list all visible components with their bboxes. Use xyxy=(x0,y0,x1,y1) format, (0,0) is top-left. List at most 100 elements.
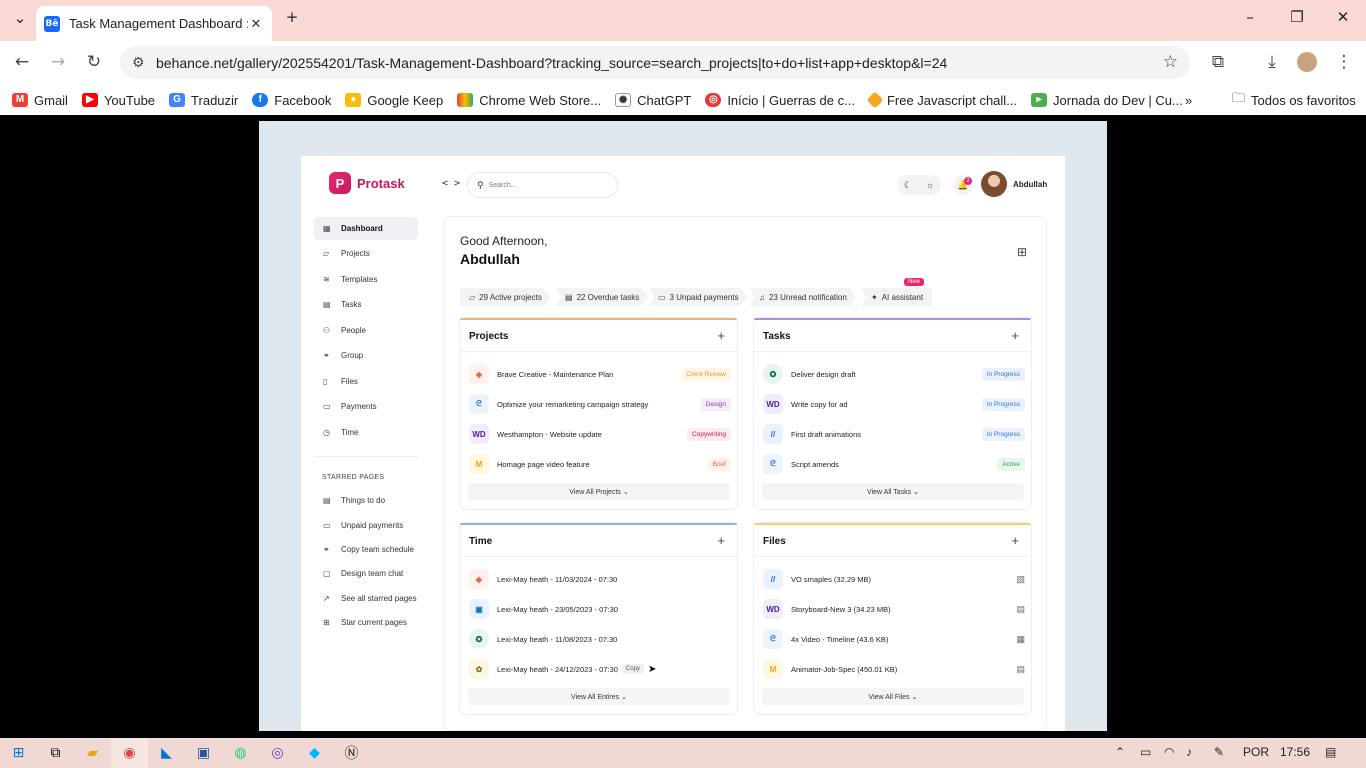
bookmark-chatgpt[interactable]: ✺ ChatGPT xyxy=(615,93,691,108)
project-row[interactable]: M Homage page video feature Brief xyxy=(469,452,731,476)
downloads-icon[interactable]: ⤓ xyxy=(1261,52,1283,72)
language-indicator[interactable]: POR xyxy=(1243,745,1269,759)
protask-logo[interactable]: P Protask xyxy=(329,172,405,194)
figma-like-icon[interactable]: ◆ xyxy=(296,738,333,768)
sidebar-item-group[interactable]: ⚭ Group xyxy=(314,344,418,367)
view-all-tasks-button[interactable]: View All Tasks ⌄ xyxy=(762,483,1024,500)
pen-icon[interactable]: ✎ xyxy=(1214,745,1224,759)
file-row[interactable]: M Animator-Job-Spec (450.01 KB) ▤ xyxy=(763,657,1025,681)
theme-toggle[interactable]: ☾ ☼ xyxy=(897,175,941,195)
more-bookmarks-icon[interactable]: » xyxy=(1185,93,1192,108)
sidebar-item-time[interactable]: ◷ Time xyxy=(314,421,418,444)
extensions-icon[interactable]: ⧉ xyxy=(1207,52,1229,72)
minimize-icon[interactable]: – xyxy=(1238,8,1262,26)
user-name[interactable]: Abdullah xyxy=(1013,180,1047,189)
battery-icon[interactable]: ▭ xyxy=(1140,745,1151,759)
sidebar-item-tasks[interactable]: ▤ Tasks xyxy=(314,293,418,316)
sidebar-item-projects[interactable]: ▱ Projects xyxy=(314,242,418,265)
volume-icon[interactable]: ♪ xyxy=(1186,745,1192,759)
restore-icon[interactable]: ❐ xyxy=(1285,8,1309,26)
active-tab[interactable]: Bē Task Management Dashboard :: ✕ xyxy=(36,6,272,41)
clock[interactable]: 17:56 xyxy=(1280,745,1310,759)
bookmark-jornada-dev[interactable]: ▸ Jornada do Dev | Cu... xyxy=(1031,93,1183,108)
time-row[interactable]: ◈ Lexi-May heath - 11/03/2024 - 07:30 xyxy=(469,567,731,591)
task-row[interactable]: ✪ Deliver design draft In Progress xyxy=(763,362,1025,386)
time-row[interactable]: ✪ Lexi-May heath - 11/08/2023 - 07:30 xyxy=(469,627,731,651)
profile-avatar[interactable] xyxy=(1297,52,1317,72)
forward-icon[interactable]: → xyxy=(47,52,69,72)
chip-unread-notification[interactable]: ♫ 23 Unread notification xyxy=(750,288,856,306)
add-task-icon[interactable]: + xyxy=(1011,328,1019,343)
bookmark-guerras[interactable]: ◎ Início | Guerras de c... xyxy=(705,93,855,108)
site-info-icon[interactable]: ⚙ xyxy=(132,54,145,71)
notifications-icon[interactable]: ▤ xyxy=(1325,745,1336,759)
project-row[interactable]: ᘓ Optimize your remarketing campaign stra… xyxy=(469,392,731,416)
sun-icon[interactable]: ☼ xyxy=(926,180,934,190)
project-row[interactable]: WD Westhampton - Website update Copywritin… xyxy=(469,422,731,446)
tab-search-icon[interactable]: ⌄ xyxy=(8,9,32,27)
search-input[interactable]: ⚲ Search... xyxy=(467,172,618,198)
copy-tooltip[interactable]: Copy xyxy=(621,664,644,674)
back-icon[interactable]: ← xyxy=(11,52,33,72)
chip-overdue-tasks[interactable]: ▤ 22 Overdue tasks xyxy=(556,288,649,306)
add-time-icon[interactable]: + xyxy=(717,533,725,548)
bookmark-free-javascript[interactable]: Free Javascript chall... xyxy=(866,91,1017,109)
starred-things-to-do[interactable]: ▤ Things to do xyxy=(314,489,418,512)
task-row[interactable]: ᘓ Script amends Active xyxy=(763,452,1025,476)
bookmark-youtube[interactable]: ▶ YouTube xyxy=(81,93,155,108)
add-project-icon[interactable]: + xyxy=(717,328,725,343)
view-all-entries-button[interactable]: View All Entires ⌄ xyxy=(468,688,730,705)
doc-file-icon[interactable]: ▤ xyxy=(1016,604,1025,615)
github-desktop-icon[interactable]: ◎ xyxy=(259,738,296,768)
starred-star-current[interactable]: ⊞ Star current pages xyxy=(314,611,418,634)
widgets-icon[interactable]: ⊞ xyxy=(1017,245,1027,259)
close-window-icon[interactable]: ✕ xyxy=(1331,8,1355,26)
video-file-icon[interactable]: ▦ xyxy=(1016,634,1025,645)
project-row[interactable]: ◈ Brave Creative - Maintenance Plan Client… xyxy=(469,362,731,386)
time-row[interactable]: ▣ Lexi-May heath - 23/05/2023 - 07:30 xyxy=(469,597,731,621)
doc-file-icon[interactable]: ▤ xyxy=(1016,664,1025,675)
close-tab-icon[interactable]: ✕ xyxy=(248,16,264,32)
chrome-icon[interactable]: ◉ xyxy=(111,738,148,768)
start-icon[interactable]: ⊞ xyxy=(0,738,37,768)
bookmark-google-keep[interactable]: ● Google Keep xyxy=(345,93,443,108)
xls-file-icon[interactable]: ▧ xyxy=(1016,574,1025,585)
file-row[interactable]: ᘓ 4x Video - Timeline (43.6 KB) ▦ xyxy=(763,627,1025,651)
reload-icon[interactable]: ↻ xyxy=(83,52,105,72)
chip-active-projects[interactable]: ▱ 29 Active projects xyxy=(460,288,551,306)
collapse-sidebar-icon[interactable]: < > xyxy=(442,178,460,189)
chip-unpaid-payments[interactable]: ▭ 3 Unpaid payments xyxy=(649,288,748,306)
sidebar-item-payments[interactable]: ▭ Payments xyxy=(314,395,418,418)
file-explorer-icon[interactable]: ▰ xyxy=(74,738,111,768)
file-row[interactable]: WD Storyboard-New 3 (34.23 MB) ▤ xyxy=(763,597,1025,621)
view-all-files-button[interactable]: View All Files ⌄ xyxy=(762,688,1024,705)
all-bookmarks[interactable]: 🗀 Todos os favoritos xyxy=(1232,89,1356,111)
sidebar-item-people[interactable]: ⚇ People xyxy=(314,319,418,342)
starred-copy-team-schedule[interactable]: ⚭ Copy team schedule xyxy=(314,538,418,561)
notion-icon[interactable]: Ⓝ xyxy=(333,738,370,768)
bookmark-facebook[interactable]: f Facebook xyxy=(252,93,331,108)
sidebar-item-files[interactable]: ▯ Files xyxy=(314,370,418,393)
sidebar-item-dashboard[interactable]: ▦ Dashboard xyxy=(314,217,418,240)
menu-icon[interactable]: ⋮ xyxy=(1333,52,1355,72)
new-tab-icon[interactable]: + xyxy=(280,8,304,26)
task-view-icon[interactable]: ⧉ xyxy=(37,738,74,768)
address-bar[interactable]: ⚙ behance.net/gallery/202554201/Task-Man… xyxy=(120,46,1190,79)
bookmark-traduzir[interactable]: G Traduzir xyxy=(169,93,238,108)
add-file-icon[interactable]: + xyxy=(1011,533,1019,548)
bookmark-chrome-web-store[interactable]: Chrome Web Store... xyxy=(457,93,601,108)
starred-design-team-chat[interactable]: ▢ Design team chat xyxy=(314,562,418,585)
chip-ai-assistant[interactable]: ✦ AI assistant xyxy=(862,288,933,306)
file-row[interactable]: //VO smaples (32.29 MB) ▧ xyxy=(763,567,1025,591)
bookmark-star-icon[interactable]: ☆ xyxy=(1163,52,1178,72)
task-row[interactable]: //First draft animations In Progress xyxy=(763,422,1025,446)
task-row[interactable]: WD Write copy for ad In Progress xyxy=(763,392,1025,416)
sidebar-item-templates[interactable]: ≋ Templates xyxy=(314,268,418,291)
starred-see-all[interactable]: ↗ See all starred pages xyxy=(314,587,418,610)
starred-unpaid-payments[interactable]: ▭ Unpaid payments xyxy=(314,514,418,537)
time-row[interactable]: ✿ Lexi-May heath - 24/12/2023 - 07:30 Copy… xyxy=(469,657,731,681)
notifications-button[interactable]: 🔔 2 xyxy=(953,175,973,195)
show-hidden-icons[interactable]: ⌃ xyxy=(1115,745,1125,759)
dev-app-icon[interactable]: ▣ xyxy=(185,738,222,768)
user-avatar[interactable] xyxy=(981,171,1007,197)
